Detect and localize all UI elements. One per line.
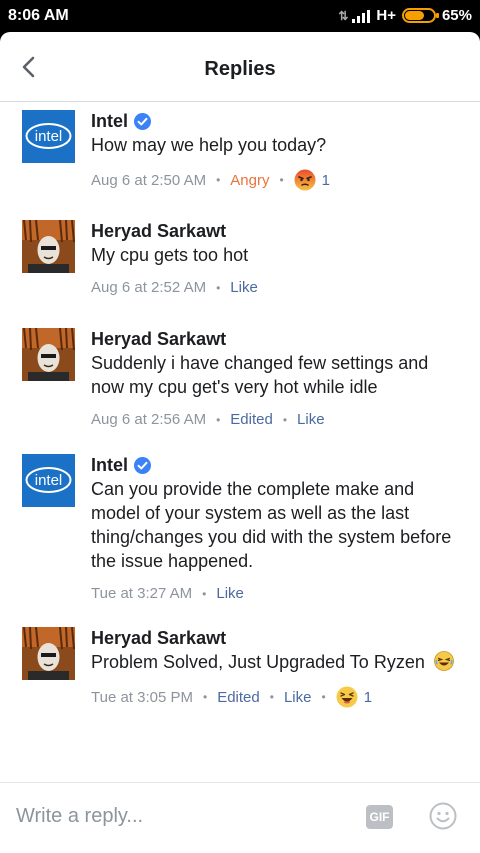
haha-emoji-icon[interactable] [336,686,358,708]
comment-time[interactable]: Aug 6 at 2:50 AM [91,172,206,189]
like-link[interactable]: Like [216,585,244,602]
reply-composer: GIF [0,782,480,853]
intel-avatar[interactable]: intel [22,110,75,163]
user-avatar[interactable] [22,627,75,680]
angry-reaction-link[interactable]: Angry [230,172,269,189]
laughing-emoji-icon [433,651,454,671]
comment-text-row: Problem Solved, Just Upgraded To Ryzen [91,650,462,674]
verified-badge-icon [134,456,152,474]
header: Replies [0,32,480,102]
battery-percent: 65% [441,7,472,24]
battery-icon [401,8,439,23]
comment-author[interactable]: Heryad Sarkawt [91,328,226,350]
user-photo-icon [22,328,75,381]
intel-avatar[interactable]: intel [22,454,75,507]
comment-time[interactable]: Tue at 3:05 PM [91,689,193,706]
reaction-count[interactable]: 1 [322,172,330,189]
signal-icon [352,9,371,23]
comment-author[interactable]: Intel [91,110,128,132]
comment-time[interactable]: Aug 6 at 2:56 AM [91,411,206,428]
comment-text: Can you provide the complete make and mo… [91,479,452,571]
comment-text: Suddenly i have changed few settings and… [91,353,429,397]
svg-text:intel: intel [35,472,63,489]
smiley-face-icon[interactable] [429,802,457,830]
data-arrows-icon: ⇅ [338,8,348,23]
intel-logo-icon: intel [22,110,75,163]
status-indicators: ⇅ H+ 65% [338,7,472,24]
edited-link[interactable]: Edited [217,689,260,706]
status-bar: 8:06 AM ⇅ H+ 65% [0,0,480,32]
comment-text: Problem Solved, Just Upgraded To Ryzen [91,652,425,672]
comment-author[interactable]: Intel [91,454,128,476]
network-type: H+ [376,7,396,24]
angry-emoji-icon[interactable] [294,169,316,191]
like-link[interactable]: Like [297,411,325,428]
user-photo-icon [22,627,75,680]
comment-time[interactable]: Tue at 3:27 AM [91,585,192,602]
comment-text: How may we help you today? [91,135,327,155]
svg-text:intel: intel [35,128,63,145]
edited-link[interactable]: Edited [230,411,273,428]
comment-author[interactable]: Heryad Sarkawt [91,220,226,242]
page-title: Replies [204,58,276,80]
replies-screen: Replies intel Intel How may we help you … [0,32,480,853]
comment-text: My cpu gets too hot [91,245,249,265]
status-time: 8:06 AM [8,7,69,24]
reaction-count[interactable]: 1 [364,689,372,706]
comment-time[interactable]: Aug 6 at 2:52 AM [91,279,206,296]
gif-button[interactable]: GIF [366,805,393,829]
user-photo-icon [22,220,75,273]
like-link[interactable]: Like [230,279,258,296]
intel-logo-icon: intel [22,454,75,507]
verified-badge-icon [134,112,152,130]
comment-author[interactable]: Heryad Sarkawt [91,627,226,649]
user-avatar[interactable] [22,220,75,273]
like-link[interactable]: Like [284,689,312,706]
reply-input[interactable] [16,801,336,831]
user-avatar[interactable] [22,328,75,381]
